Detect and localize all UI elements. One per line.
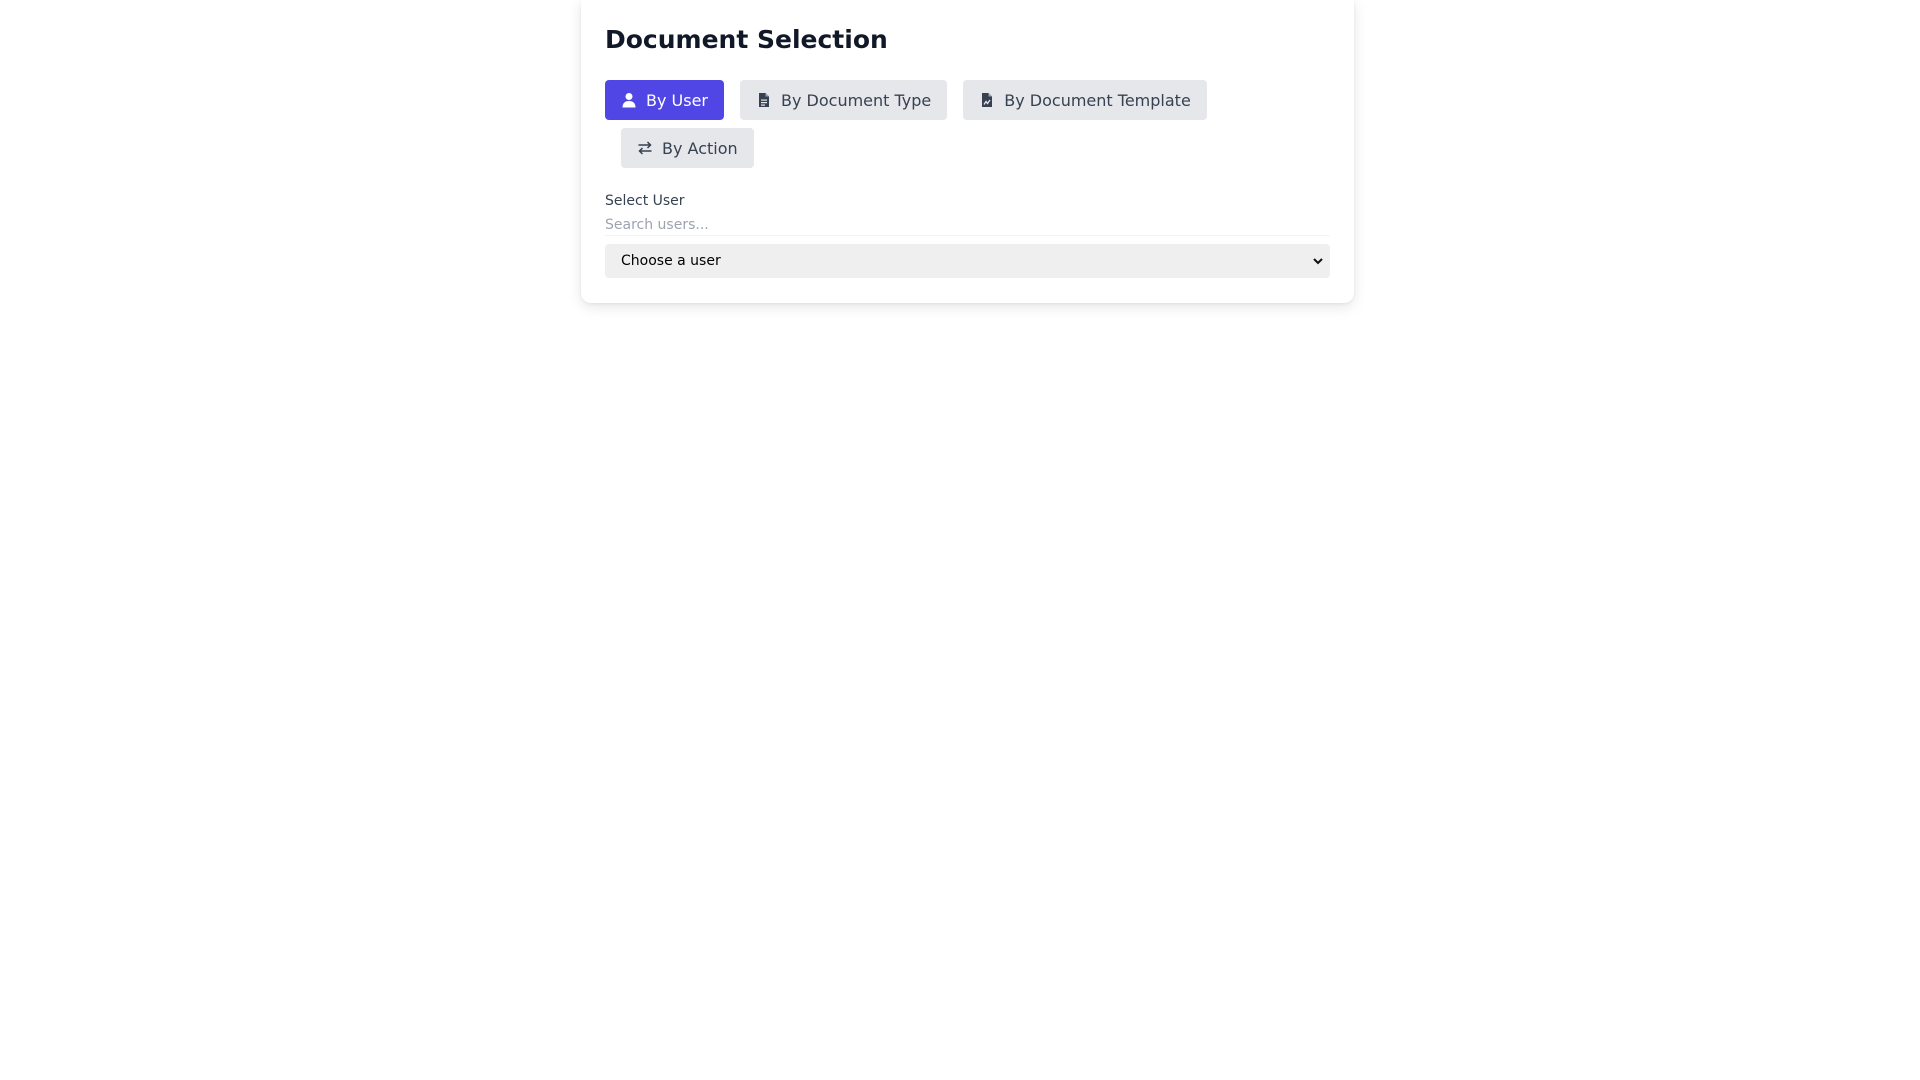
tab-label: By Action [662, 138, 738, 158]
user-icon [621, 92, 637, 108]
page-title: Document Selection [605, 25, 888, 54]
tab-label: By Document Type [781, 90, 932, 110]
dropdown-selected-value: Choose a user [621, 253, 721, 269]
tab-by-user[interactable]: By User [605, 80, 724, 120]
chevron-down-icon [1313, 258, 1323, 265]
select-user-label: Select User [605, 193, 685, 209]
file-signature-icon [979, 92, 995, 108]
exchange-arrows-icon [637, 140, 653, 156]
tab-label: By User [646, 90, 708, 110]
search-users-input[interactable] [605, 215, 1330, 236]
tab-label: By Document Template [1004, 90, 1191, 110]
file-lines-icon [756, 92, 772, 108]
tab-by-document-template[interactable]: By Document Template [963, 80, 1207, 120]
document-selection-card: Document Selection By User By Document T… [581, 0, 1354, 303]
user-select-dropdown[interactable]: Choose a user [605, 244, 1330, 278]
tab-by-document-type[interactable]: By Document Type [740, 80, 948, 120]
tab-by-action[interactable]: By Action [621, 128, 754, 168]
selection-mode-tabs: By User By Document Type By Document Tem… [605, 80, 1225, 168]
